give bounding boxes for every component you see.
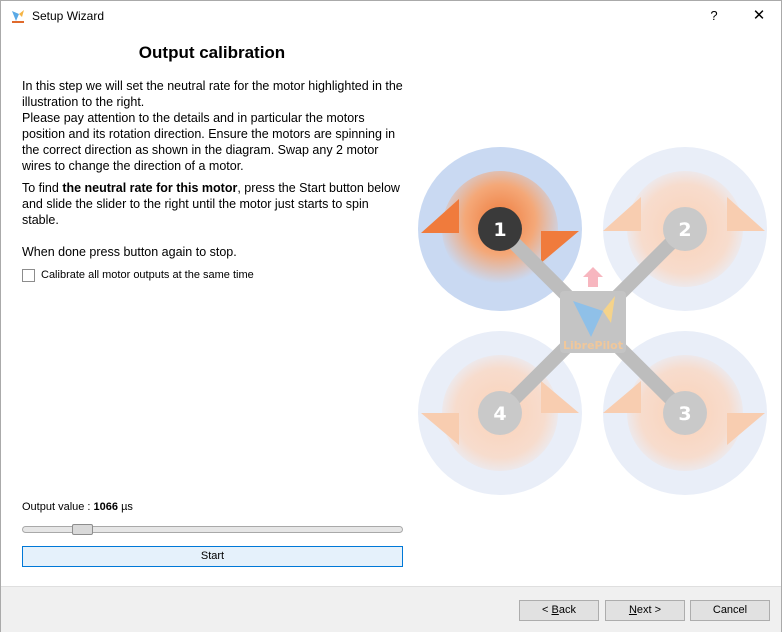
calibrate-all-checkbox[interactable] (22, 268, 35, 282)
motor-label-2: 2 (678, 219, 691, 241)
back-rest: ack (558, 604, 576, 616)
librepilot-app-icon (11, 9, 25, 23)
start-button[interactable]: Start (22, 546, 403, 567)
neutral-rate-prefix: To find (22, 181, 63, 195)
motor-label-4: 4 (493, 403, 506, 425)
back-mnemonic: B (551, 604, 559, 616)
output-unit: µs (118, 501, 133, 513)
back-button[interactable]: < Back (519, 600, 599, 621)
setup-wizard-window: Setup Wizard ? ✕ Output calibration In t… (0, 0, 782, 632)
close-button[interactable]: ✕ (745, 5, 773, 27)
forward-arrow-icon (583, 267, 603, 287)
output-value-readout: Output value : 1066 µs (22, 501, 133, 513)
window-title: Setup Wizard (32, 9, 105, 23)
calibrate-all-label[interactable]: Calibrate all motor outputs at the same … (41, 269, 254, 281)
output-value: 1066 (93, 501, 119, 513)
motor-label-1: 1 (493, 219, 506, 241)
next-mnemonic: N (628, 604, 637, 616)
cancel-button[interactable]: Cancel (690, 600, 770, 621)
librepilot-logo-text: LibrePilot (563, 339, 623, 352)
slider-handle[interactable] (72, 524, 93, 535)
stop-instruction: When done press button again to stop. (22, 245, 237, 259)
motor-label-3: 3 (678, 403, 691, 425)
output-slider[interactable] (22, 524, 403, 535)
multirotor-diagram: LibrePilot 1 2 3 4 (418, 147, 767, 495)
page-title: Output calibration (138, 43, 286, 62)
output-label: Output value : (22, 501, 94, 513)
instructions-paragraph: In this step we will set the neutral rat… (22, 79, 403, 173)
neutral-rate-paragraph: To find the neutral rate for this motor,… (22, 180, 408, 228)
calibrate-all-row[interactable]: Calibrate all motor outputs at the same … (22, 267, 254, 283)
next-rest: ext > (636, 604, 662, 616)
wizard-footer: < Back Next > Cancel (1, 586, 781, 632)
help-button[interactable]: ? (701, 5, 727, 27)
title-bar: Setup Wizard ? ✕ (1, 1, 781, 32)
next-button[interactable]: Next > (605, 600, 685, 621)
neutral-rate-bold: the neutral rate for this motor (62, 181, 238, 195)
back-prefix: < (542, 604, 552, 616)
